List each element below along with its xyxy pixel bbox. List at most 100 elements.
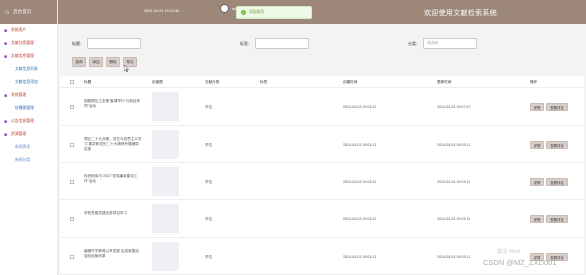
- detail-button[interactable]: 详情: [530, 178, 544, 186]
- header-title: 标题: [84, 80, 92, 84]
- row-updated: 2024-04-03 19:03:11: [437, 217, 471, 221]
- row-title: 团委理论之友第 备课举行“与新结伴同”活动: [84, 99, 141, 108]
- sidebar-group-label: 资源管理: [11, 132, 27, 136]
- detail-button[interactable]: 详情: [530, 141, 544, 149]
- add-button[interactable]: 添加: [89, 57, 103, 67]
- header-category: 文献分类: [205, 80, 220, 84]
- header-updated: 更新时间: [437, 80, 452, 84]
- row-created: 2024-04-03 19:03:11: [343, 217, 377, 221]
- filter-tag-label: 标签:: [240, 40, 250, 46]
- delete-button[interactable]: 删除: [106, 57, 120, 67]
- row-created: 2024-04-03 19:03:11: [343, 255, 377, 259]
- sidebar-group[interactable]: ■ 系统管理: [0, 89, 57, 102]
- toast-message: 添加成功: [249, 10, 265, 14]
- row-title: 学校党建党建优秀项目学习: [84, 211, 128, 215]
- sidebar-group[interactable]: ■ 资源管理: [0, 128, 57, 141]
- sidebar-group[interactable]: ■ 文献分类管理: [0, 37, 57, 50]
- table-row[interactable]: 传统电商与“2022”党风廉政建设工作”活动 学位 2024-04-03 19:03…: [60, 163, 584, 200]
- detail-button[interactable]: 详情: [530, 103, 544, 111]
- search-button[interactable]: 查询: [72, 57, 86, 67]
- row-updated: 2024-04-03 19:03:11: [437, 255, 471, 259]
- filter-tag: 标签:: [240, 38, 310, 49]
- row-updated: 2024-04-03 19:07:57: [437, 105, 471, 109]
- row-category: 学位: [205, 143, 213, 147]
- sidebar-item[interactable]: 文献信息添加: [0, 76, 57, 89]
- view-comments-button[interactable]: 查看评论: [546, 215, 568, 223]
- header: 2024-04-03 19:15:38 adi 欢迎使用文献检索系统: [58, 0, 586, 24]
- row-checkbox[interactable]: [70, 255, 74, 259]
- avatar[interactable]: [220, 4, 229, 13]
- row-title: 编辑开学教育以来党委 后成家建设强化经营改革: [84, 249, 139, 258]
- menu-icon: ■: [4, 131, 8, 138]
- header-created: 创建时间: [343, 80, 358, 84]
- table-row[interactable]: 编辑开学教育以来党委 后成家建设强化经营改革学位 2024-04-03 19:03…: [60, 238, 584, 275]
- header-time: 2024-04-03 19:15:38: [144, 9, 180, 13]
- menu-icon: ■: [4, 92, 8, 99]
- sidebar-item[interactable]: 文献信息列表: [0, 63, 57, 76]
- view-comments-button[interactable]: 查看评论: [546, 141, 568, 149]
- home-icon: ⌂: [5, 8, 10, 16]
- mouse-cursor-icon: [124, 65, 129, 72]
- success-toast: ✓ 添加成功: [236, 6, 312, 19]
- check-icon: ✓: [241, 10, 246, 15]
- row-created: 2024-04-03 19:03:11: [343, 143, 377, 147]
- sidebar-group-label: 文献分类管理: [11, 41, 34, 45]
- row-updated: 2024-04-03 19:03:11: [437, 180, 471, 184]
- cover-image: [152, 130, 179, 159]
- sidebar: ⌂ 后台首页 ■ 系统用户 ■ 文献分类管理 ■ 文献信息管理 文献信息列表 文献信息添加 ■ 系…: [0, 0, 58, 275]
- sidebar-group[interactable]: ■ 公告信息管理: [0, 115, 57, 128]
- row-checkbox[interactable]: [70, 217, 74, 221]
- sidebar-logo[interactable]: ⌂ 后台首页: [0, 0, 57, 24]
- header-cover: 封面图: [152, 80, 163, 84]
- row-category: 学位: [205, 105, 213, 109]
- row-category: 学位: [205, 180, 213, 184]
- header-tag: 标签: [260, 80, 268, 84]
- view-comments-button[interactable]: 查看评论: [546, 103, 568, 111]
- cover-image: [152, 242, 179, 271]
- table-row[interactable]: 学校党建党建优秀项目学习学位 2024-04-03 19:03:11 2024-04…: [60, 200, 584, 238]
- row-checkbox[interactable]: [70, 180, 74, 184]
- sidebar-group-label: 文献信息管理: [11, 54, 34, 58]
- cover-image: [152, 167, 179, 196]
- filter-category: 分类: 请选择: [408, 38, 478, 49]
- row-checkbox[interactable]: [70, 143, 74, 147]
- detail-button[interactable]: 详情: [530, 215, 544, 223]
- menu-icon: ■: [4, 118, 8, 125]
- row-created: 2024-04-03 19:03:11: [343, 105, 377, 109]
- row-category: 学位: [205, 255, 213, 259]
- menu-icon: ■: [4, 40, 8, 47]
- table-row[interactable]: 理论二十大对第，党在马克思主义学习 要求和党的二十大精神专题辅导讲座 学位 2024…: [60, 126, 584, 163]
- table-header: 标题 封面图 文献分类 标签 创建时间 更新时间 操作: [60, 76, 584, 88]
- csdn-watermark: CSDN @MZ_ZXD001: [483, 258, 557, 267]
- sidebar-item[interactable]: 新闻分类: [0, 154, 57, 167]
- category-select[interactable]: 请选择: [423, 38, 478, 49]
- select-all-checkbox[interactable]: [70, 80, 74, 84]
- sidebar-group[interactable]: ■ 文献信息管理: [0, 50, 57, 63]
- menu-icon: ■: [4, 27, 8, 34]
- sidebar-logo-label: 后台首页: [13, 9, 32, 14]
- row-created: 2024-04-03 19:03:11: [343, 180, 377, 184]
- activate-windows-watermark: 激活 Wind: [497, 249, 520, 255]
- row-category: 学位: [205, 217, 213, 221]
- menu-icon: ■: [4, 53, 8, 60]
- row-title: 理论二十大对第，党在马克思主义学习 要求和党的二十大精神专题辅导讲座: [84, 137, 142, 151]
- title-input[interactable]: [87, 38, 142, 49]
- sidebar-group-label: 系统管理: [11, 93, 27, 97]
- filter-category-label: 分类:: [408, 40, 418, 46]
- sidebar-group-label: 公告信息管理: [11, 119, 34, 123]
- sidebar-item[interactable]: 轮播图管理: [0, 102, 57, 115]
- sidebar-group[interactable]: ■ 系统用户: [0, 24, 57, 37]
- filter-title-label: 标题:: [72, 40, 82, 46]
- tag-input[interactable]: [255, 38, 310, 49]
- header-actions: 操作: [530, 80, 538, 84]
- sidebar-group-label: 系统用户: [11, 28, 27, 32]
- cover-image: [152, 204, 179, 233]
- table-row[interactable]: 团委理论之友第 备课举行“与新结伴同”活动学位 2024-04-03 19:03:…: [60, 88, 584, 126]
- cover-image: [152, 92, 179, 121]
- sidebar-item[interactable]: 新闻资讯: [0, 141, 57, 154]
- filter-title: 标题:: [72, 38, 142, 49]
- view-comments-button[interactable]: 查看评论: [546, 178, 568, 186]
- page-title: 欢迎使用文献检索系统: [424, 10, 497, 17]
- row-checkbox[interactable]: [70, 105, 74, 109]
- data-table: 标题 封面图 文献分类 标签 创建时间 更新时间 操作 团委理论之友第 备课举行…: [60, 76, 584, 275]
